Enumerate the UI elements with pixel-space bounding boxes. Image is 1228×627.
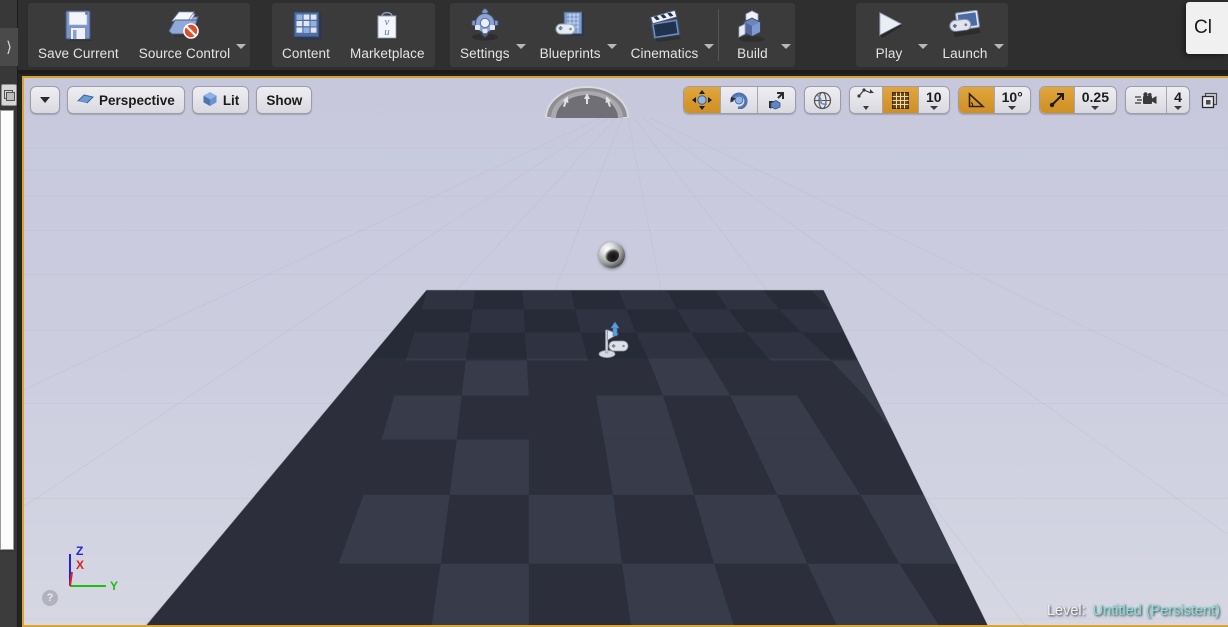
blueprints-button[interactable]: Blueprints: [530, 3, 603, 67]
grid-snap-value-text: 10: [926, 89, 942, 105]
content-button[interactable]: Content: [272, 3, 340, 67]
camera-mode-menu[interactable]: Perspective: [67, 86, 185, 114]
source-control-label: Source Control: [138, 46, 231, 61]
blueprints-label: Blueprints: [539, 46, 601, 61]
help-icon[interactable]: ?: [42, 590, 58, 606]
scale-snap-value[interactable]: 0.25: [1075, 90, 1116, 110]
marketplace-label: Marketplace: [349, 46, 425, 61]
launch-monitor-icon: [942, 7, 988, 47]
level-status-label: Level: Untitled (Persistent): [1047, 603, 1220, 619]
scale-arrow-icon[interactable]: [1039, 87, 1074, 113]
viewport-render-area[interactable]: Z X Y ? Level: Untitled (Persistent) Per…: [24, 78, 1228, 625]
play-dropdown[interactable]: [914, 3, 932, 67]
angle-icon[interactable]: [958, 87, 994, 113]
save-current-button[interactable]: Save Current: [28, 3, 129, 67]
launch-dropdown[interactable]: [990, 3, 1008, 67]
level-viewport[interactable]: Z X Y ? Level: Untitled (Persistent) Per…: [22, 76, 1228, 627]
scale-snap-value-text: 0.25: [1081, 89, 1109, 105]
save-current-label: Save Current: [38, 46, 119, 61]
axis-gizmo: Z X Y: [60, 542, 140, 598]
editor-window: ⟩ Save Current Source Control Content v …: [0, 0, 1228, 627]
blueprint-icon: [547, 7, 593, 47]
toolbar-group-content: Content v u Marketplace: [272, 3, 435, 67]
content-browser-icon: [283, 7, 329, 47]
rotation-snap-value[interactable]: 10°: [995, 90, 1030, 110]
source-control-button[interactable]: Source Control: [129, 3, 232, 67]
show-menu[interactable]: Show: [256, 86, 313, 114]
collapsed-panel-body[interactable]: [0, 110, 14, 550]
point-light-actor[interactable]: [599, 242, 625, 268]
floppy-disk-icon: [55, 7, 101, 47]
build-cube-icon: [729, 7, 775, 47]
rotation-snap-value-text: 10°: [1001, 89, 1023, 105]
marketplace-bag-icon: v u: [364, 7, 410, 47]
cinematics-button[interactable]: Cinematics: [621, 3, 701, 67]
camera-speed-value[interactable]: 4: [1167, 90, 1189, 110]
grid-snap-value[interactable]: 10: [919, 90, 949, 110]
svg-text:u: u: [385, 26, 391, 38]
move-gizmo-icon[interactable]: [684, 87, 720, 113]
camera-perspective-icon: [77, 92, 94, 109]
toolbar-group-play: Play Launch: [856, 3, 1008, 67]
globe-icon[interactable]: [805, 87, 840, 113]
gear-icon: [462, 7, 508, 47]
source-control-dropdown[interactable]: [232, 3, 250, 67]
close-tooltip-popup[interactable]: Cl: [1186, 2, 1228, 54]
level-key-text: Level:: [1046, 603, 1086, 619]
maximize-viewport-button[interactable]: [1198, 89, 1220, 111]
lit-cube-icon: [202, 91, 218, 110]
build-button[interactable]: Build: [719, 3, 777, 67]
scale-snap-group: 0.25: [1038, 86, 1117, 114]
camera-speed-group: 4: [1125, 86, 1190, 114]
settings-button[interactable]: Settings: [450, 3, 512, 67]
camera-mode-label: Perspective: [99, 92, 175, 108]
panel-tab-icon[interactable]: [1, 84, 17, 106]
viewport-options-menu[interactable]: [30, 86, 60, 114]
svg-text:Y: Y: [110, 579, 118, 593]
launch-label: Launch: [942, 46, 988, 61]
settings-dropdown[interactable]: [512, 3, 530, 67]
grid-snap-toggle[interactable]: [883, 87, 918, 113]
view-mode-label: Lit: [222, 92, 240, 108]
scale-gizmo-icon[interactable]: [758, 87, 795, 113]
toolbar-divider: [18, 70, 1228, 74]
snap-settings-group: 10: [849, 86, 950, 114]
view-mode-menu[interactable]: Lit: [191, 86, 250, 114]
marketplace-button[interactable]: v u Marketplace: [340, 3, 435, 67]
camera-speed-icon[interactable]: [1126, 87, 1166, 113]
cinematics-label: Cinematics: [630, 46, 699, 61]
camera-speed-value-text: 4: [1174, 89, 1182, 105]
build-label: Build: [737, 46, 768, 61]
sky-sphere-actor[interactable]: [542, 84, 632, 119]
settings-label: Settings: [460, 46, 510, 61]
play-button[interactable]: Play: [856, 3, 914, 67]
play-triangle-icon: [866, 7, 912, 47]
collapsed-panel-footer: [0, 552, 16, 627]
clapperboard-icon: [642, 7, 688, 47]
cinematics-dropdown[interactable]: [700, 3, 718, 67]
surface-snap-toggle[interactable]: [850, 87, 882, 113]
coordinate-system-toggle[interactable]: [804, 86, 841, 114]
svg-text:Z: Z: [76, 544, 83, 558]
level-name-text: Untitled (Persistent): [1092, 603, 1220, 619]
svg-text:X: X: [76, 558, 84, 572]
rotation-snap-group: 10°: [957, 86, 1031, 114]
source-control-icon: [161, 7, 207, 47]
build-dropdown[interactable]: [777, 3, 795, 67]
show-menu-label: Show: [266, 92, 303, 108]
blueprints-dropdown[interactable]: [603, 3, 621, 67]
chevron-down-icon[interactable]: [32, 87, 58, 113]
toolbar-group-settings: Settings Blueprints Cinematics Build: [450, 3, 796, 67]
main-toolbar: Save Current Source Control Content v u …: [18, 0, 1228, 70]
play-label: Play: [875, 46, 903, 61]
expand-panel-arrow-icon[interactable]: ⟩: [0, 28, 18, 66]
rotate-gizmo-icon[interactable]: [721, 87, 757, 113]
launch-button[interactable]: Launch: [932, 3, 990, 67]
transform-tools-group: [683, 86, 796, 114]
content-label: Content: [282, 46, 330, 61]
left-collapsed-panel: ⟩: [0, 0, 18, 627]
player-start-actor[interactable]: [594, 321, 630, 361]
toolbar-group-file: Save Current Source Control: [28, 3, 251, 67]
